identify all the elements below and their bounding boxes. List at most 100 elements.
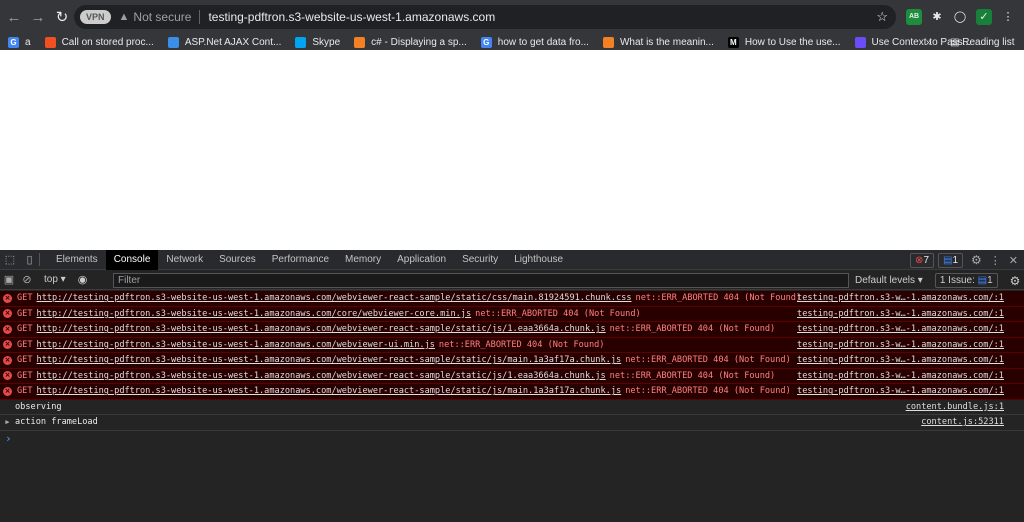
console-error-row: × GET http://testing-pdftron.s3-website-us… bbox=[0, 368, 1024, 384]
tab-security[interactable]: Security bbox=[454, 250, 506, 270]
source-link[interactable]: content.js:52311 bbox=[921, 417, 1004, 427]
filter-input[interactable]: Filter bbox=[113, 273, 849, 288]
console-error-row: × GET http://testing-pdftron.s3-website-us… bbox=[0, 337, 1024, 353]
error-icon: × bbox=[3, 324, 12, 334]
source-link[interactable]: testing-pdftron.s3-w…-1.amazonaws.com/:1 bbox=[797, 293, 1004, 303]
tab-performance[interactable]: Performance bbox=[264, 250, 337, 270]
request-url-link[interactable]: http://testing-pdftron.s3-website-us-wes… bbox=[37, 293, 632, 303]
error-count-badge[interactable]: ⊗7 bbox=[910, 252, 934, 268]
tab-application[interactable]: Application bbox=[389, 250, 454, 270]
console-output: × GET http://testing-pdftron.s3-website-us… bbox=[0, 291, 1024, 446]
bookmark-item[interactable]: Ga bbox=[8, 36, 31, 48]
more-bookmarks-button[interactable]: » bbox=[926, 37, 932, 48]
warning-icon[interactable]: ▲ bbox=[119, 11, 130, 23]
console-error-row: × GET http://testing-pdftron.s3-website-us… bbox=[0, 291, 1024, 307]
tab-elements[interactable]: Elements bbox=[48, 250, 106, 270]
adblock-extension-icon[interactable]: AB bbox=[906, 9, 922, 25]
devtools-panel: ⬚ ▯ Elements Console Network Sources Perform… bbox=[0, 249, 1024, 522]
context-selector[interactable]: top ▾ bbox=[44, 274, 66, 285]
bookmark-label: Call on stored proc... bbox=[61, 36, 154, 48]
request-url-link[interactable]: http://testing-pdftron.s3-website-us-wes… bbox=[37, 386, 622, 396]
tab-network[interactable]: Network bbox=[158, 250, 211, 270]
source-link[interactable]: testing-pdftron.s3-w…-1.amazonaws.com/:1 bbox=[797, 324, 1004, 334]
favicon-icon bbox=[854, 36, 866, 48]
bookmark-label: What is the meanin... bbox=[619, 36, 714, 48]
url-text[interactable]: testing-pdftron.s3-website-us-west-1.ama… bbox=[208, 10, 495, 24]
log-levels-dropdown[interactable]: Default levels ▾ bbox=[855, 275, 923, 286]
request-url-link[interactable]: http://testing-pdftron.s3-website-us-wes… bbox=[37, 309, 472, 319]
console-error-row: × GET http://testing-pdftron.s3-website-us… bbox=[0, 384, 1024, 400]
console-log-row: observing content.bundle.js:1 bbox=[0, 400, 1024, 415]
console-prompt-input[interactable]: › bbox=[0, 431, 1024, 447]
sidebar-toggle-icon[interactable]: ▣ bbox=[0, 273, 18, 286]
favicon-icon: G bbox=[8, 36, 19, 48]
favicon-icon bbox=[295, 36, 307, 48]
favicon-icon bbox=[602, 36, 614, 48]
extensions-puzzle-icon[interactable]: ✱ bbox=[929, 9, 945, 25]
address-bar[interactable]: VPN ▲ Not secure testing-pdftron.s3-webs… bbox=[74, 5, 896, 29]
clear-console-icon[interactable]: ⊘ bbox=[18, 273, 36, 286]
profile-icon[interactable]: ◯ bbox=[952, 9, 968, 25]
tab-memory[interactable]: Memory bbox=[337, 250, 389, 270]
source-link[interactable]: testing-pdftron.s3-w…-1.amazonaws.com/:1 bbox=[797, 340, 1004, 350]
bookmark-star-icon[interactable]: ☆ bbox=[876, 9, 888, 25]
request-url-link[interactable]: http://testing-pdftron.s3-website-us-wes… bbox=[37, 371, 606, 381]
favicon-icon: G bbox=[480, 36, 492, 48]
expand-triangle-icon[interactable]: ▶ bbox=[0, 418, 15, 426]
bookmark-label: Skype bbox=[312, 36, 341, 48]
bookmark-item[interactable]: Skype bbox=[295, 36, 341, 48]
console-error-row: × GET http://testing-pdftron.s3-website-us… bbox=[0, 353, 1024, 369]
console-log-row[interactable]: ▶ action frameLoad content.js:52311 bbox=[0, 415, 1024, 431]
error-icon: × bbox=[3, 340, 12, 350]
error-icon: × bbox=[3, 371, 12, 381]
favicon-icon bbox=[167, 36, 179, 48]
tab-console[interactable]: Console bbox=[105, 249, 159, 270]
favicon-icon: M bbox=[727, 36, 739, 48]
source-link[interactable]: content.bundle.js:1 bbox=[906, 402, 1004, 412]
request-url-link[interactable]: http://testing-pdftron.s3-website-us-wes… bbox=[37, 324, 606, 334]
tab-lighthouse[interactable]: Lighthouse bbox=[506, 250, 571, 270]
favicon-icon bbox=[44, 36, 56, 48]
bookmark-item[interactable]: Call on stored proc... bbox=[44, 36, 154, 48]
error-icon: × bbox=[3, 309, 12, 319]
shield-extension-icon[interactable]: ✓ bbox=[976, 9, 992, 25]
bookmark-label: ASP.Net AJAX Cont... bbox=[184, 36, 282, 48]
bookmark-item[interactable]: c# - Displaying a sp... bbox=[354, 36, 467, 48]
reload-button[interactable]: ↻ bbox=[50, 8, 74, 26]
browser-toolbar: ← → ↻ VPN ▲ Not secure testing-pdftron.s… bbox=[0, 0, 1024, 34]
device-toolbar-icon[interactable]: ▯ bbox=[20, 253, 40, 266]
source-link[interactable]: testing-pdftron.s3-w…-1.amazonaws.com/:1 bbox=[797, 386, 1004, 396]
bookmark-item[interactable]: Ghow to get data fro... bbox=[480, 36, 589, 48]
more-options-icon[interactable]: ⋮ bbox=[990, 254, 1001, 267]
close-devtools-icon[interactable]: ✕ bbox=[1009, 254, 1018, 267]
issues-button[interactable]: 1 Issue: ▤1 bbox=[934, 273, 998, 288]
console-error-row: × GET http://testing-pdftron.s3-website-us… bbox=[0, 322, 1024, 338]
bookmark-item[interactable]: ASP.Net AJAX Cont... bbox=[167, 36, 282, 48]
security-label[interactable]: Not secure bbox=[133, 10, 191, 24]
settings-gear-icon[interactable]: ⚙ bbox=[971, 253, 982, 267]
forward-button[interactable]: → bbox=[26, 9, 50, 26]
request-url-link[interactable]: http://testing-pdftron.s3-website-us-wes… bbox=[37, 355, 622, 365]
devtools-tabs: ⬚ ▯ Elements Console Network Sources Perform… bbox=[0, 249, 1024, 270]
bookmark-label: c# - Displaying a sp... bbox=[371, 36, 467, 48]
vpn-badge[interactable]: VPN bbox=[80, 10, 111, 24]
message-count-badge[interactable]: ▤1 bbox=[938, 252, 964, 268]
reading-list-button[interactable]: ▤ Reading list bbox=[950, 37, 1015, 48]
source-link[interactable]: testing-pdftron.s3-w…-1.amazonaws.com/:1 bbox=[797, 309, 1004, 319]
error-icon: × bbox=[3, 386, 12, 396]
live-expression-eye-icon[interactable]: ◉ bbox=[78, 273, 88, 286]
source-link[interactable]: testing-pdftron.s3-w…-1.amazonaws.com/:1 bbox=[797, 371, 1004, 381]
menu-dots-icon[interactable]: ⋮ bbox=[1000, 9, 1016, 25]
source-link[interactable]: testing-pdftron.s3-w…-1.amazonaws.com/:1 bbox=[797, 355, 1004, 365]
console-settings-icon[interactable]: ⚙ bbox=[1010, 274, 1021, 288]
bookmark-label: How to Use the use... bbox=[744, 36, 841, 48]
inspect-element-icon[interactable]: ⬚ bbox=[0, 253, 20, 266]
error-icon: × bbox=[3, 293, 12, 303]
bookmark-item[interactable]: What is the meanin... bbox=[602, 36, 714, 48]
back-button[interactable]: ← bbox=[2, 9, 26, 26]
tab-sources[interactable]: Sources bbox=[211, 250, 264, 270]
bookmark-label: how to get data fro... bbox=[497, 36, 589, 48]
request-url-link[interactable]: http://testing-pdftron.s3-website-us-wes… bbox=[37, 340, 435, 350]
bookmark-label: a bbox=[25, 36, 31, 48]
bookmark-item[interactable]: M How to Use the use... bbox=[727, 36, 841, 48]
